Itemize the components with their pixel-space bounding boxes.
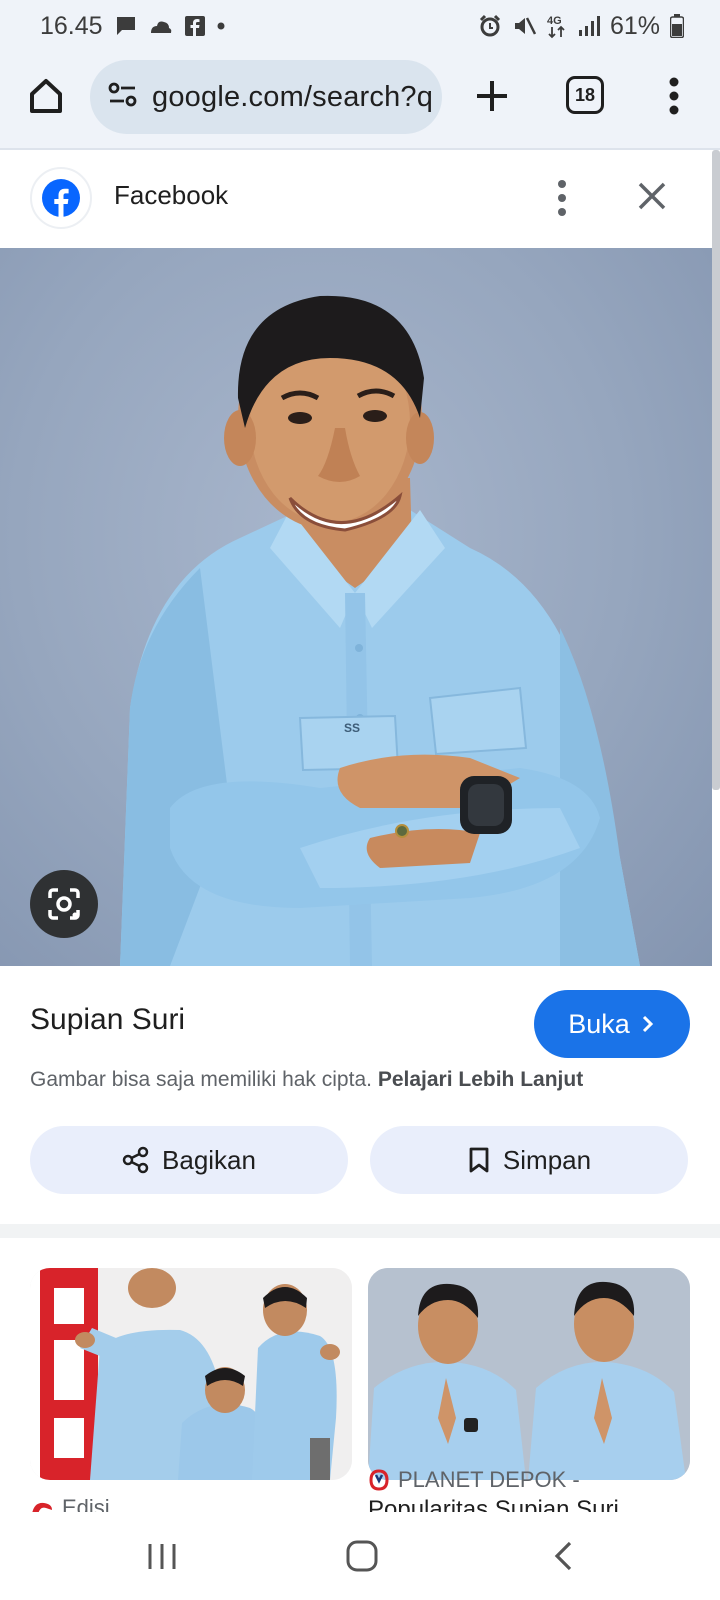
mute-icon [512, 14, 536, 38]
scrollbar[interactable] [712, 150, 720, 790]
campaign-poster-illustration [30, 1268, 352, 1480]
svg-text:4G: 4G [547, 15, 562, 27]
main-image[interactable]: SS [0, 248, 712, 966]
browser-menu-button[interactable] [656, 72, 692, 120]
open-button[interactable]: Buka [534, 990, 690, 1058]
alarm-icon [478, 14, 502, 38]
learn-more-link[interactable]: Pelajari Lebih Lanjut [378, 1068, 583, 1091]
cloud-icon [149, 17, 173, 35]
share-button[interactable]: Bagikan [30, 1126, 348, 1194]
battery-percent: 61% [609, 11, 660, 40]
related-thumbnail-2[interactable] [368, 1268, 690, 1480]
related-thumbnail-1[interactable] [30, 1268, 352, 1480]
copyright-text: Gambar bisa saja memiliki hak cipta. [30, 1068, 372, 1091]
nav-home-button[interactable] [338, 1534, 386, 1578]
save-button[interactable]: Simpan [370, 1126, 688, 1194]
status-left: 16.45 [40, 12, 225, 41]
image-source-header: Facebook [0, 150, 720, 248]
facebook-notification-icon [184, 16, 205, 36]
browser-toolbar: google.com/search?q 18 [0, 52, 720, 150]
tab-switcher-button[interactable]: 18 [566, 76, 604, 114]
source-favicon [30, 167, 92, 229]
pocket-monogram: SS [344, 721, 360, 735]
bookmark-icon [469, 1147, 489, 1173]
message-icon [115, 15, 137, 37]
chevron-right-icon [642, 1015, 653, 1033]
man-blue-shirt-illustration: SS [120, 295, 640, 966]
source-name[interactable]: Facebook [114, 180, 228, 211]
status-time: 16.45 [40, 11, 103, 40]
signal-icon [578, 16, 600, 36]
url-text: google.com/search?q [152, 80, 434, 113]
google-lens-button[interactable] [30, 870, 98, 938]
nav-home-icon [346, 1540, 378, 1572]
close-button[interactable] [632, 176, 672, 216]
image-title: Supian Suri [30, 1003, 186, 1036]
lens-icon [48, 888, 80, 920]
network-4g-icon: 4G [546, 13, 568, 39]
more-vert-icon [558, 180, 566, 216]
planet-depok-logo-icon [369, 1469, 389, 1491]
section-divider [0, 1224, 720, 1238]
home-icon [30, 79, 62, 113]
system-nav-bar [0, 1512, 720, 1600]
home-button[interactable] [24, 74, 68, 118]
plus-icon [477, 81, 507, 111]
two-men-greeting-illustration [368, 1268, 690, 1480]
battery-icon [670, 14, 684, 38]
share-icon [122, 1146, 149, 1174]
close-icon [638, 182, 666, 210]
copyright-notice: Gambar bisa saja memiliki hak cipta. Pel… [30, 1068, 583, 1092]
share-label: Bagikan [162, 1144, 256, 1175]
source-more-button[interactable] [545, 174, 579, 222]
site-settings-icon[interactable] [108, 82, 138, 113]
notification-dot-icon [217, 22, 225, 30]
related-source-2[interactable]: PLANET DEPOK - [368, 1467, 580, 1493]
related-source-2-label: PLANET DEPOK - [398, 1467, 580, 1492]
recents-icon [148, 1544, 176, 1569]
address-bar[interactable]: google.com/search?q [90, 60, 442, 134]
tab-count: 18 [574, 84, 596, 105]
back-chevron-icon [554, 1541, 572, 1571]
save-label: Simpan [502, 1144, 592, 1175]
back-button[interactable] [540, 1534, 588, 1578]
status-bar: 16.45 4G 61% [0, 0, 720, 52]
status-right: 4G 61% [478, 12, 684, 41]
recents-button[interactable] [138, 1534, 186, 1578]
open-label: Buka [568, 1008, 630, 1039]
facebook-logo-icon [42, 179, 80, 218]
new-tab-button[interactable] [470, 74, 514, 118]
more-vert-icon [669, 77, 679, 115]
screen: 16.45 4G 61% google.com/search?q 18 Face… [0, 0, 720, 1600]
